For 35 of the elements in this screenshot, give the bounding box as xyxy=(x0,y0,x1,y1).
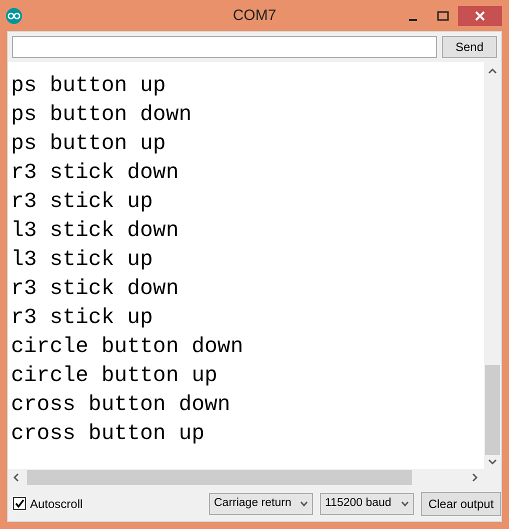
output-line: r3 stick down xyxy=(11,276,179,303)
baud-rate-dropdown[interactable]: 115200 baud xyxy=(320,492,414,514)
caret-icon xyxy=(401,500,409,506)
output-line: r3 stick down xyxy=(11,160,179,187)
caret-icon xyxy=(300,500,308,506)
window-title: COM7 xyxy=(232,6,276,26)
scroll-down-icon[interactable] xyxy=(488,459,497,465)
send-button[interactable]: Send xyxy=(442,36,497,58)
scroll-left-icon[interactable] xyxy=(13,473,19,482)
output-line: l3 stick down xyxy=(11,218,179,245)
output-line: r3 stick up xyxy=(11,189,153,216)
output-line: ps button up xyxy=(11,73,166,100)
output-line: ps button up xyxy=(11,131,166,158)
scroll-right-icon[interactable] xyxy=(472,473,478,482)
output-line: cross button down xyxy=(11,392,230,419)
output-line: circle button down xyxy=(11,334,244,361)
app-logo-icon xyxy=(6,8,22,24)
line-ending-dropdown[interactable]: Carriage return xyxy=(209,492,313,514)
horizontal-scrollbar[interactable] xyxy=(8,469,484,486)
output-line: r3 stick up xyxy=(11,305,153,332)
output-line: cross button up xyxy=(11,421,205,448)
maximize-icon xyxy=(437,10,449,20)
scrollbar-thumb[interactable] xyxy=(485,365,500,455)
scrollbar-thumb[interactable] xyxy=(27,470,412,485)
output-line: circle button up xyxy=(11,363,218,390)
autoscroll-checkbox[interactable] xyxy=(13,497,26,510)
scroll-up-icon[interactable] xyxy=(488,68,497,74)
close-icon xyxy=(475,10,485,20)
input-field[interactable] xyxy=(12,36,437,58)
output-line: ps button down xyxy=(11,102,192,129)
minimize-icon xyxy=(409,18,417,20)
clear-output-button[interactable]: Clear output xyxy=(421,492,501,516)
autoscroll-label: Autoscroll xyxy=(30,496,83,512)
output-line: l3 stick up xyxy=(11,247,153,274)
close-button[interactable] xyxy=(458,6,502,26)
